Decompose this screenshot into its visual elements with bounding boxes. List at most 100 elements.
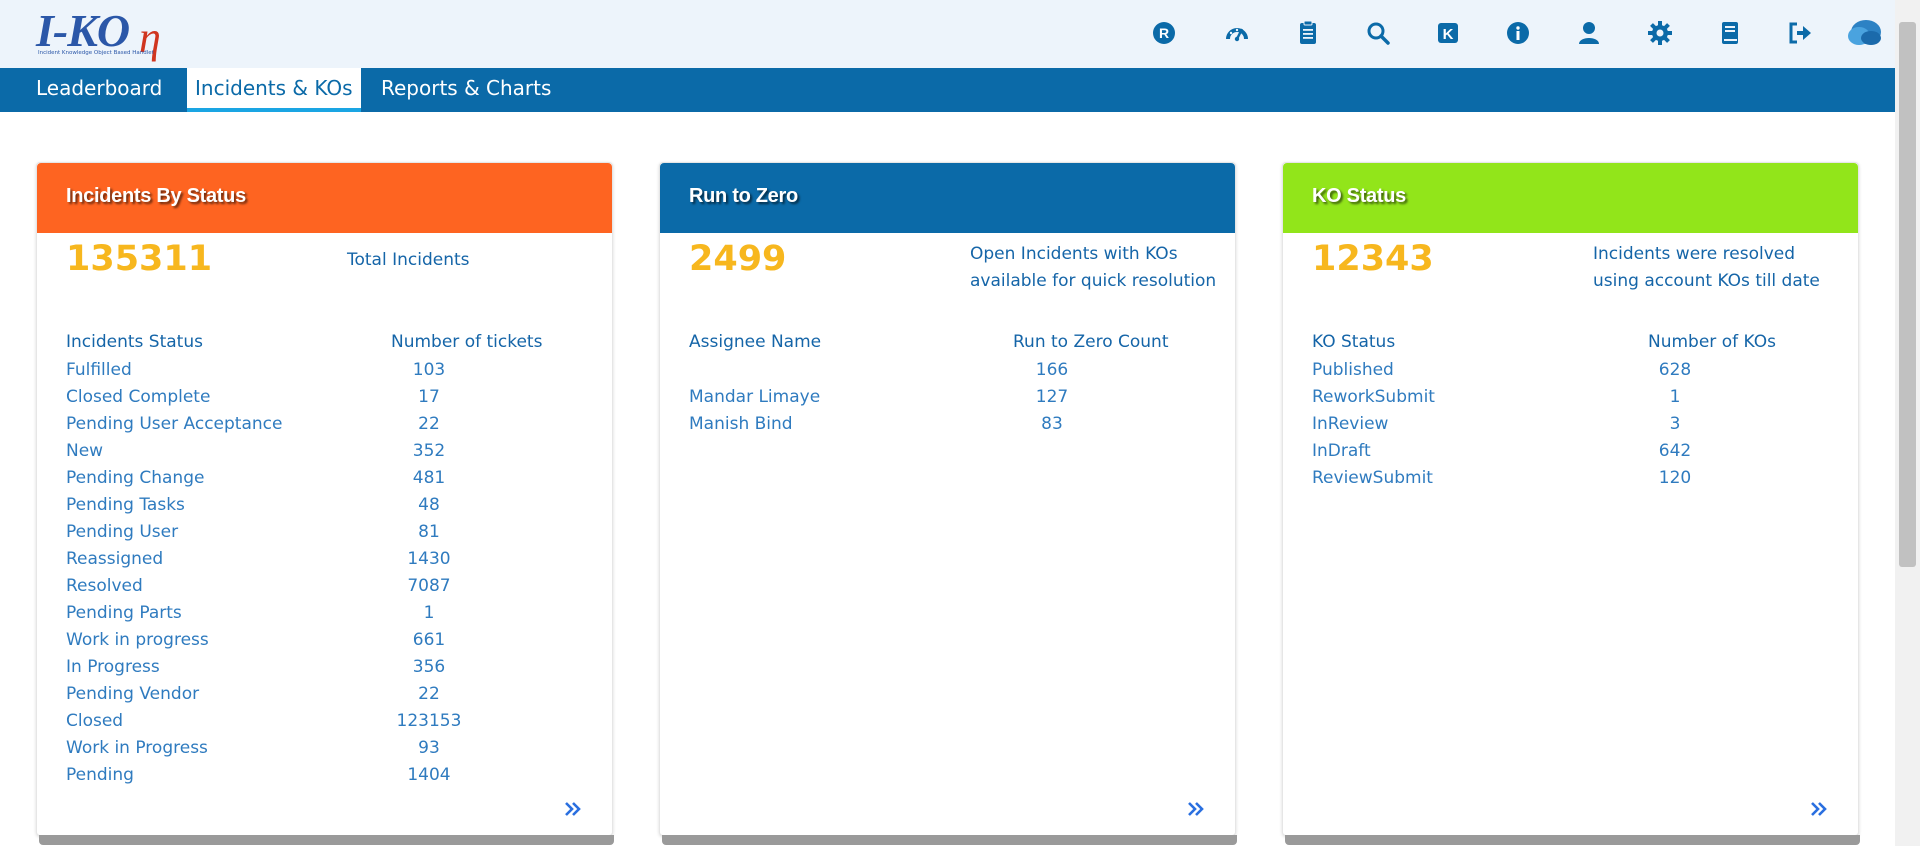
row-value: 7087 — [407, 576, 451, 596]
double-chevron-right-icon[interactable] — [563, 799, 583, 819]
run-to-zero-card: Run to Zero 2499 Open Incidents with KOs… — [659, 162, 1237, 845]
card-shadow-bar — [39, 835, 614, 845]
table-row[interactable]: Closed Complete 17 — [37, 385, 612, 412]
tab-reports-charts[interactable]: Reports & Charts — [373, 68, 559, 112]
row-label: Pending — [66, 765, 134, 785]
row-value: 1404 — [407, 765, 451, 785]
row-value: 166 — [1035, 360, 1069, 380]
col-header-count: Run to Zero Count — [1013, 332, 1169, 352]
row-value: 1 — [1669, 387, 1681, 407]
row-label: Fulfilled — [66, 360, 132, 380]
row-value: 661 — [412, 630, 446, 650]
table-row[interactable]: Pending 1404 — [37, 763, 612, 790]
scrollbar-thumb[interactable] — [1899, 22, 1916, 567]
row-value: 48 — [418, 495, 440, 515]
table-row[interactable]: Work in progress 661 — [37, 628, 612, 655]
table-row[interactable]: Pending Parts 1 — [37, 601, 612, 628]
main-nav: Leaderboard Incidents & KOs Reports & Ch… — [0, 68, 1895, 112]
double-chevron-right-icon[interactable] — [1809, 799, 1829, 819]
table-row[interactable]: Published 628 — [1283, 358, 1858, 385]
summary-line-1: Open Incidents with KOs — [970, 244, 1178, 264]
search-icon[interactable] — [1358, 13, 1398, 53]
row-label: Work in Progress — [66, 738, 208, 758]
row-label: Mandar Limaye — [689, 387, 821, 407]
row-label: Work in progress — [66, 630, 209, 650]
row-label: In Progress — [66, 657, 160, 677]
table-row[interactable]: New 352 — [37, 439, 612, 466]
app-header: I-KO η Incident Knowledge Object Based H… — [0, 0, 1895, 68]
row-value: 83 — [1041, 414, 1063, 434]
k-box-icon[interactable]: K — [1428, 13, 1468, 53]
table-row[interactable]: Pending Tasks 48 — [37, 493, 612, 520]
table-row[interactable]: Work in Progress 93 — [37, 736, 612, 763]
info-icon[interactable] — [1498, 13, 1538, 53]
svg-text:K: K — [1443, 26, 1454, 43]
tab-leaderboard[interactable]: Leaderboard — [28, 68, 170, 112]
table-row[interactable]: InDraft 642 — [1283, 439, 1858, 466]
dashboard-gauge-icon[interactable] — [1217, 13, 1257, 53]
row-value: 103 — [412, 360, 446, 380]
row-label: Closed Complete — [66, 387, 211, 407]
book-icon[interactable] — [1710, 13, 1750, 53]
user-icon[interactable] — [1569, 13, 1609, 53]
table-row[interactable]: 166 — [660, 358, 1235, 385]
ko-status-table: Published 628 ReworkSubmit 1 InReview 3 InDraf… — [1283, 358, 1858, 493]
double-chevron-right-icon[interactable] — [1186, 799, 1206, 819]
row-value: 1 — [423, 603, 435, 623]
row-label: Resolved — [66, 576, 143, 596]
card-shadow-bar — [662, 835, 1237, 845]
sign-out-icon[interactable] — [1780, 13, 1820, 53]
row-value: 17 — [418, 387, 440, 407]
table-row[interactable]: Resolved 7087 — [37, 574, 612, 601]
table-row[interactable]: InReview 3 — [1283, 412, 1858, 439]
table-row[interactable]: Pending User Acceptance 22 — [37, 412, 612, 439]
row-label: Manish Bind — [689, 414, 793, 434]
col-header-count: Number of tickets — [391, 332, 543, 352]
card-header: KO Status — [1283, 163, 1858, 233]
tab-incidents-kos[interactable]: Incidents & KOs — [187, 68, 361, 112]
row-label: Pending Tasks — [66, 495, 185, 515]
ko-resolved-count: 12343 — [1312, 239, 1434, 279]
ko-status-card: KO Status 12343 Incidents were resolved … — [1282, 162, 1860, 845]
col-header-assignee: Assignee Name — [689, 332, 822, 352]
col-header-ko-status: KO Status — [1312, 332, 1396, 352]
row-label: ReworkSubmit — [1312, 387, 1435, 407]
row-value: 120 — [1658, 468, 1692, 488]
row-value: 356 — [412, 657, 446, 677]
card-summary: Total Incidents — [347, 250, 470, 270]
card-header: Incidents By Status — [37, 163, 612, 233]
row-value: 3 — [1669, 414, 1681, 434]
row-value: 127 — [1035, 387, 1069, 407]
table-row[interactable]: In Progress 356 — [37, 655, 612, 682]
row-value: 1430 — [407, 549, 451, 569]
table-row[interactable]: ReviewSubmit 120 — [1283, 466, 1858, 493]
table-row[interactable]: ReworkSubmit 1 — [1283, 385, 1858, 412]
row-label: Reassigned — [66, 549, 164, 569]
total-incidents-count: 135311 — [66, 239, 213, 279]
gear-icon[interactable] — [1640, 13, 1680, 53]
row-value: 81 — [418, 522, 440, 542]
card-shadow-bar — [1285, 835, 1860, 845]
row-label: Pending Vendor — [66, 684, 200, 704]
svg-text:R: R — [1159, 25, 1169, 41]
status-table: Fulfilled 103 Closed Complete 17 Pending Use… — [37, 358, 612, 790]
incidents-by-status-card: Incidents By Status 135311 Total Inciden… — [36, 162, 614, 845]
row-value: 123153 — [396, 711, 462, 731]
r-badge-icon[interactable]: R — [1144, 13, 1184, 53]
row-label: ReviewSubmit — [1312, 468, 1433, 488]
table-row[interactable]: Reassigned 1430 — [37, 547, 612, 574]
clipboard-list-icon[interactable] — [1288, 13, 1328, 53]
card-title: KO Status — [1312, 185, 1406, 207]
table-row[interactable]: Pending User 81 — [37, 520, 612, 547]
table-row[interactable]: Closed 123153 — [37, 709, 612, 736]
summary-line-2: available for quick resolution — [970, 271, 1217, 291]
card-header: Run to Zero — [660, 163, 1235, 233]
row-value: 22 — [418, 414, 440, 434]
page-scrollbar[interactable] — [1895, 0, 1920, 846]
table-row[interactable]: Fulfilled 103 — [37, 358, 612, 385]
table-row[interactable]: Mandar Limaye 127 — [660, 385, 1235, 412]
table-row[interactable]: Manish Bind 83 — [660, 412, 1235, 439]
cloud-avatar-icon[interactable] — [1842, 13, 1886, 53]
table-row[interactable]: Pending Change 481 — [37, 466, 612, 493]
table-row[interactable]: Pending Vendor 22 — [37, 682, 612, 709]
